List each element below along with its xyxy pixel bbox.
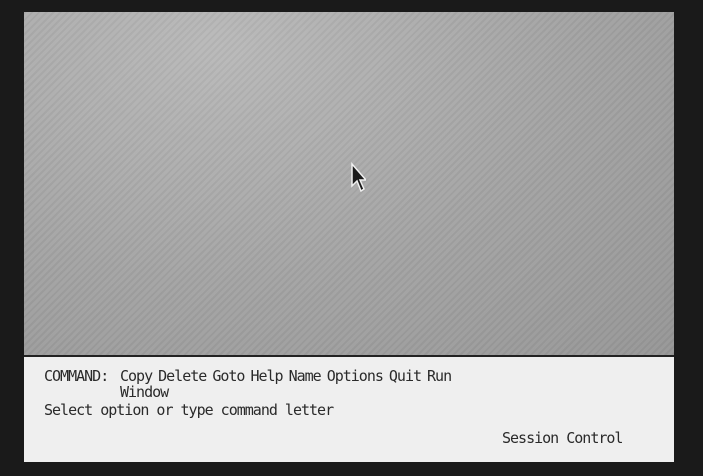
menu-item-name[interactable]: Name [289, 367, 322, 385]
menu-item-window[interactable]: Window [120, 385, 554, 400]
screen: COMMAND: Copy Delete Goto Help Name Options Qu… [24, 12, 674, 462]
command-label: COMMAND: [44, 367, 109, 385]
command-panel: COMMAND: Copy Delete Goto Help Name Options Qu… [24, 357, 674, 462]
monitor-bezel: COMMAND: Copy Delete Goto Help Name Options Qu… [0, 0, 703, 476]
menu-item-goto[interactable]: Goto [212, 367, 245, 385]
prompt-text: Select option or type command letter [44, 401, 334, 419]
workspace-area[interactable] [24, 12, 674, 355]
menu-item-run[interactable]: Run [427, 367, 452, 385]
menu-item-quit[interactable]: Quit [389, 367, 422, 385]
command-menu: Copy Delete Goto Help Name Options Quit Run Win… [120, 369, 560, 400]
menu-item-help[interactable]: Help [250, 367, 283, 385]
arrow-pointer-icon [351, 162, 366, 193]
session-mode-label: Session Control [502, 429, 623, 447]
menu-item-options[interactable]: Options [327, 367, 384, 385]
